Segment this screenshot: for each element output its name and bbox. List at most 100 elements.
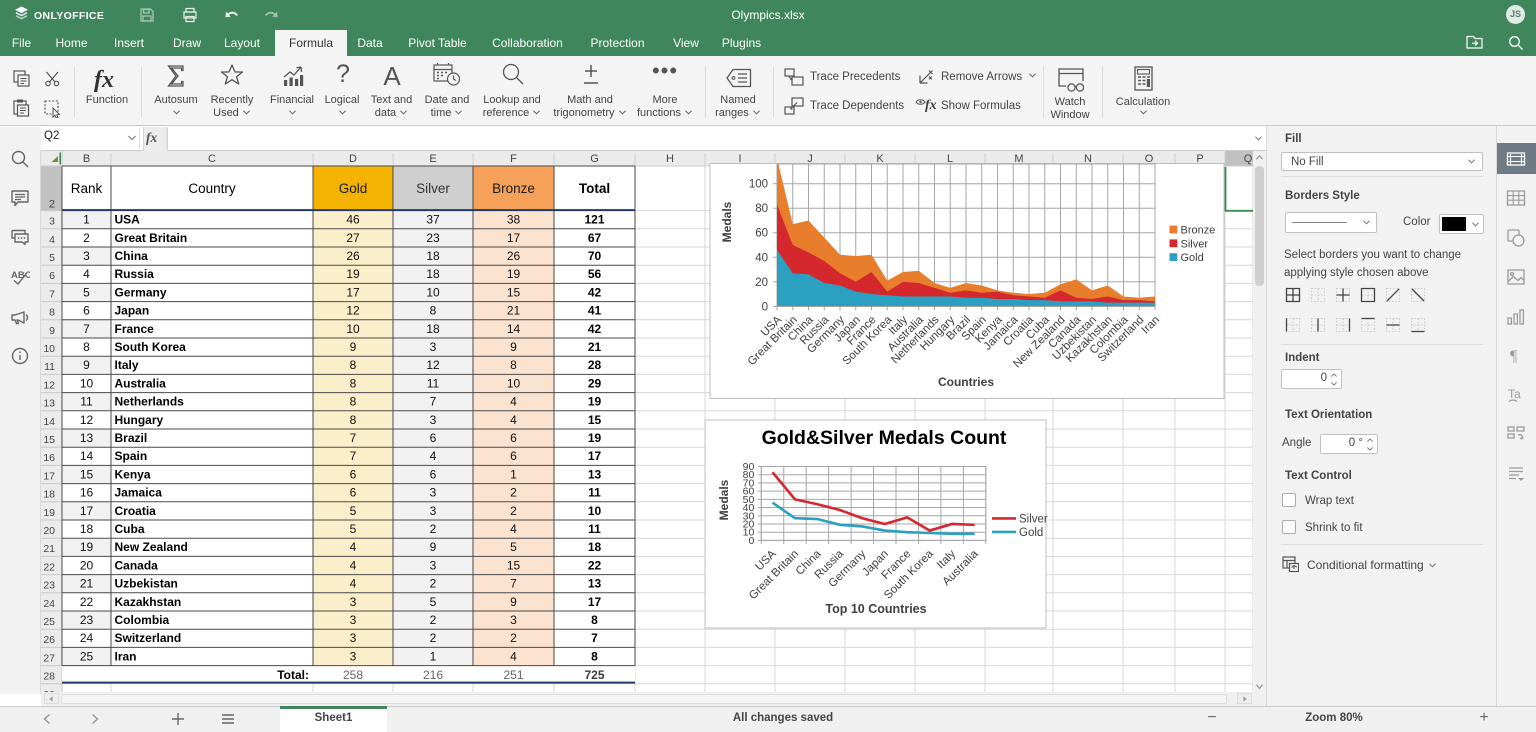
svg-text:ABC: ABC bbox=[11, 270, 30, 281]
svg-text:Germany: Germany bbox=[115, 285, 167, 299]
svg-text:Q: Q bbox=[1244, 153, 1253, 165]
svg-text:Kenya: Kenya bbox=[115, 467, 151, 481]
svg-text:Medals: Medals bbox=[717, 479, 731, 520]
svg-text:3: 3 bbox=[350, 649, 357, 663]
svg-text:Jamaica: Jamaica bbox=[115, 486, 163, 500]
svg-text:8: 8 bbox=[350, 413, 357, 427]
svg-text:7: 7 bbox=[510, 577, 517, 591]
svg-text:8: 8 bbox=[350, 358, 357, 372]
svg-text:4: 4 bbox=[350, 558, 357, 572]
svg-text:21: 21 bbox=[588, 340, 602, 354]
svg-text:Ta: Ta bbox=[1508, 387, 1521, 401]
svg-text:4: 4 bbox=[430, 449, 437, 463]
svg-text:1: 1 bbox=[510, 467, 517, 481]
svg-text:7: 7 bbox=[430, 395, 437, 409]
svg-text:12: 12 bbox=[426, 358, 440, 372]
svg-text:Hungary: Hungary bbox=[115, 413, 164, 427]
svg-text:Gold&Silver Medals Count: Gold&Silver Medals Count bbox=[762, 427, 1007, 449]
svg-text:90: 90 bbox=[743, 461, 755, 473]
svg-text:19: 19 bbox=[43, 507, 55, 519]
svg-text:11: 11 bbox=[80, 395, 93, 409]
svg-text:24: 24 bbox=[43, 598, 55, 610]
svg-text:E: E bbox=[429, 153, 436, 165]
svg-text:4: 4 bbox=[83, 267, 90, 281]
svg-text:5: 5 bbox=[350, 504, 357, 518]
svg-text:19: 19 bbox=[588, 395, 602, 409]
svg-text:Colombia: Colombia bbox=[115, 613, 170, 627]
svg-text:18: 18 bbox=[43, 489, 55, 501]
svg-text:26: 26 bbox=[43, 634, 55, 646]
svg-text:20: 20 bbox=[80, 558, 94, 572]
svg-text:21: 21 bbox=[507, 304, 521, 318]
svg-text:8: 8 bbox=[591, 613, 598, 627]
svg-text:10: 10 bbox=[80, 376, 94, 390]
svg-text:23: 23 bbox=[426, 231, 440, 245]
svg-text:7: 7 bbox=[49, 288, 55, 300]
svg-text:6: 6 bbox=[350, 486, 357, 500]
svg-text:13: 13 bbox=[43, 398, 55, 410]
svg-text:Great Britain: Great Britain bbox=[115, 231, 188, 245]
svg-text:19: 19 bbox=[80, 540, 94, 554]
svg-text:Japan: Japan bbox=[115, 304, 150, 318]
svg-text:28: 28 bbox=[588, 358, 602, 372]
svg-text:11: 11 bbox=[427, 376, 440, 390]
svg-text:8: 8 bbox=[430, 304, 437, 318]
svg-text:F: F bbox=[510, 153, 517, 165]
svg-text:14: 14 bbox=[80, 449, 94, 463]
svg-text:21: 21 bbox=[80, 577, 94, 591]
svg-text:21: 21 bbox=[43, 543, 55, 555]
svg-text:6: 6 bbox=[83, 304, 90, 318]
svg-text:2: 2 bbox=[430, 631, 437, 645]
svg-text:22: 22 bbox=[588, 558, 602, 572]
svg-text:60: 60 bbox=[755, 228, 768, 240]
svg-text:2: 2 bbox=[430, 577, 437, 591]
svg-text:22: 22 bbox=[43, 561, 55, 573]
svg-text:Cuba: Cuba bbox=[115, 522, 145, 536]
svg-text:10: 10 bbox=[588, 504, 602, 518]
svg-text:19: 19 bbox=[346, 267, 360, 281]
svg-text:12: 12 bbox=[346, 304, 360, 318]
svg-text:Medals: Medals bbox=[720, 201, 734, 242]
svg-text:80: 80 bbox=[755, 203, 768, 215]
svg-text:8: 8 bbox=[350, 376, 357, 390]
svg-text:3: 3 bbox=[510, 613, 517, 627]
svg-text:25: 25 bbox=[80, 649, 94, 663]
svg-text:2: 2 bbox=[83, 231, 90, 245]
svg-text:725: 725 bbox=[584, 668, 604, 682]
svg-text:17: 17 bbox=[507, 231, 521, 245]
svg-text:3: 3 bbox=[430, 340, 437, 354]
svg-text:17: 17 bbox=[346, 285, 360, 299]
svg-text:4: 4 bbox=[350, 577, 357, 591]
svg-text:46: 46 bbox=[346, 213, 360, 227]
svg-text:2: 2 bbox=[510, 504, 517, 518]
svg-text:15: 15 bbox=[588, 413, 602, 427]
svg-text:6: 6 bbox=[430, 431, 437, 445]
svg-text:4: 4 bbox=[49, 234, 55, 246]
svg-text:Gold: Gold bbox=[339, 181, 368, 196]
svg-text:Iran: Iran bbox=[115, 649, 137, 663]
svg-text:Switzerland: Switzerland bbox=[115, 631, 182, 645]
svg-text:8: 8 bbox=[510, 358, 517, 372]
svg-text:9: 9 bbox=[510, 595, 517, 609]
svg-text:11: 11 bbox=[588, 486, 601, 500]
svg-text:Countries: Countries bbox=[938, 375, 994, 389]
svg-text:2: 2 bbox=[430, 613, 437, 627]
svg-text:1: 1 bbox=[430, 649, 437, 663]
svg-text:14: 14 bbox=[507, 322, 521, 336]
svg-text:17: 17 bbox=[43, 470, 55, 482]
svg-text:Bronze: Bronze bbox=[1181, 225, 1216, 237]
svg-text:3: 3 bbox=[430, 486, 437, 500]
svg-text:5: 5 bbox=[49, 252, 55, 264]
svg-text:11: 11 bbox=[588, 522, 601, 536]
svg-text:4: 4 bbox=[510, 395, 517, 409]
svg-text:18: 18 bbox=[426, 322, 440, 336]
svg-text:Spain: Spain bbox=[115, 449, 148, 463]
svg-text:1: 1 bbox=[83, 213, 90, 227]
svg-text:D: D bbox=[349, 153, 357, 165]
svg-text:11: 11 bbox=[44, 361, 55, 373]
svg-text:9: 9 bbox=[83, 358, 90, 372]
svg-text:17: 17 bbox=[80, 504, 94, 518]
svg-text:13: 13 bbox=[588, 577, 602, 591]
svg-text:15: 15 bbox=[507, 285, 521, 299]
svg-text:7: 7 bbox=[350, 431, 357, 445]
